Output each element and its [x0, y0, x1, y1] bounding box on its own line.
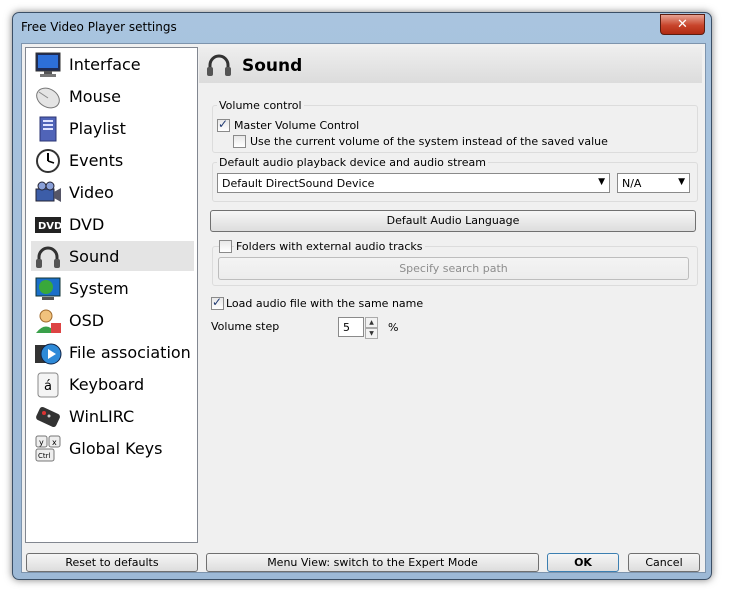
volume-step-spinner[interactable]: ▲ ▼ — [365, 317, 378, 339]
nav-label: Video — [69, 183, 114, 202]
audio-stream-select[interactable]: N/A ▼ — [617, 173, 690, 193]
globe-icon — [33, 275, 63, 303]
nav-label: Playlist — [69, 119, 126, 138]
audio-device-select[interactable]: Default DirectSound Device ▼ — [217, 173, 610, 193]
key-icon: á — [33, 371, 63, 399]
nav-item-global-keys[interactable]: y x Ctrl Global Keys — [31, 433, 194, 463]
nav-item-osd[interactable]: OSD — [31, 305, 194, 335]
load-audio-label: Load audio file with the same name — [226, 297, 424, 310]
audio-device-value: Default DirectSound Device — [222, 177, 375, 190]
headphones-icon — [205, 52, 233, 81]
nav-item-system[interactable]: System — [31, 273, 194, 303]
nav-item-video[interactable]: Video — [31, 177, 194, 207]
remote-icon — [33, 403, 63, 431]
svg-text:Ctrl: Ctrl — [38, 452, 51, 460]
panel-header: Sound — [199, 47, 702, 83]
system-volume-checkbox[interactable] — [233, 135, 246, 148]
nav-label: Mouse — [69, 87, 121, 106]
volume-step-label: Volume step — [211, 320, 280, 333]
playback-device-label: Default audio playback device and audio … — [217, 156, 488, 169]
ok-button[interactable]: OK — [547, 553, 619, 572]
nav-label: Global Keys — [69, 439, 163, 458]
volume-step-value: 5 — [343, 321, 350, 334]
volume-step-unit: % — [388, 321, 399, 334]
camera-icon — [33, 179, 63, 207]
nav-label: Keyboard — [69, 375, 145, 394]
nav-item-interface[interactable]: Interface — [31, 49, 194, 79]
settings-window: Free Video Player settings ✕ Interface M… — [12, 12, 712, 580]
dvd-icon: DVD — [33, 211, 63, 239]
window-title: Free Video Player settings — [21, 20, 177, 34]
nav-label: DVD — [69, 215, 105, 234]
nav-label: System — [69, 279, 129, 298]
default-audio-language-button[interactable]: Default Audio Language — [210, 210, 696, 232]
nav-item-playlist[interactable]: Playlist — [31, 113, 194, 143]
nav-item-mouse[interactable]: Mouse — [31, 81, 194, 111]
book-icon — [33, 115, 63, 143]
svg-text:á: á — [44, 379, 52, 394]
audio-stream-value: N/A — [622, 177, 642, 190]
expert-mode-button[interactable]: Menu View: switch to the Expert Mode — [206, 553, 539, 572]
mouse-icon — [33, 83, 63, 111]
nav-item-keyboard[interactable]: á Keyboard — [31, 369, 194, 399]
nav-item-sound[interactable]: Sound — [31, 241, 194, 271]
specify-search-path-button[interactable]: Specify search path — [218, 257, 689, 280]
nav-item-events[interactable]: Events — [31, 145, 194, 175]
master-volume-checkbox[interactable] — [217, 117, 230, 132]
master-volume-label: Master Volume Control — [234, 119, 360, 132]
category-list: Interface Mouse Playlist Events Video DV… — [25, 47, 198, 543]
nav-label: OSD — [69, 311, 105, 330]
panel-title: Sound — [242, 56, 303, 76]
chevron-down-icon: ▼ — [678, 177, 685, 187]
dialog-body: Interface Mouse Playlist Events Video DV… — [21, 43, 706, 573]
media-icon — [33, 339, 63, 367]
load-audio-checkbox[interactable] — [211, 295, 224, 310]
cancel-button[interactable]: Cancel — [628, 553, 700, 572]
close-icon: ✕ — [677, 17, 688, 32]
nav-item-winlirc[interactable]: WinLIRC — [31, 401, 194, 431]
close-button[interactable]: ✕ — [660, 14, 705, 35]
title-bar[interactable]: Free Video Player settings ✕ — [13, 13, 711, 43]
nav-item-file-association[interactable]: File association — [31, 337, 194, 367]
nav-label: Sound — [69, 247, 120, 266]
monitor-icon — [33, 51, 63, 79]
nav-item-dvd[interactable]: DVD DVD — [31, 209, 194, 239]
clock-icon — [33, 147, 63, 175]
svg-text:x: x — [52, 438, 57, 447]
nav-label: Events — [69, 151, 124, 170]
keys-icon: y x Ctrl — [33, 435, 63, 463]
nav-label: File association — [69, 343, 191, 362]
svg-text:DVD: DVD — [38, 221, 62, 232]
spin-down-icon[interactable]: ▼ — [365, 328, 378, 339]
user-icon — [33, 307, 63, 335]
chevron-down-icon: ▼ — [598, 177, 605, 187]
spin-up-icon[interactable]: ▲ — [365, 317, 378, 328]
system-volume-label: Use the current volume of the system ins… — [250, 135, 608, 148]
external-folders-checkbox[interactable] — [219, 240, 232, 253]
external-folders-label: Folders with external audio tracks — [234, 240, 425, 253]
reset-defaults-button[interactable]: Reset to defaults — [26, 553, 198, 572]
headphones-icon — [33, 243, 63, 271]
nav-label: WinLIRC — [69, 407, 135, 426]
volume-control-label: Volume control — [217, 99, 304, 112]
svg-text:y: y — [39, 438, 44, 447]
nav-label: Interface — [69, 55, 141, 74]
volume-step-input[interactable]: 5 — [338, 317, 364, 337]
